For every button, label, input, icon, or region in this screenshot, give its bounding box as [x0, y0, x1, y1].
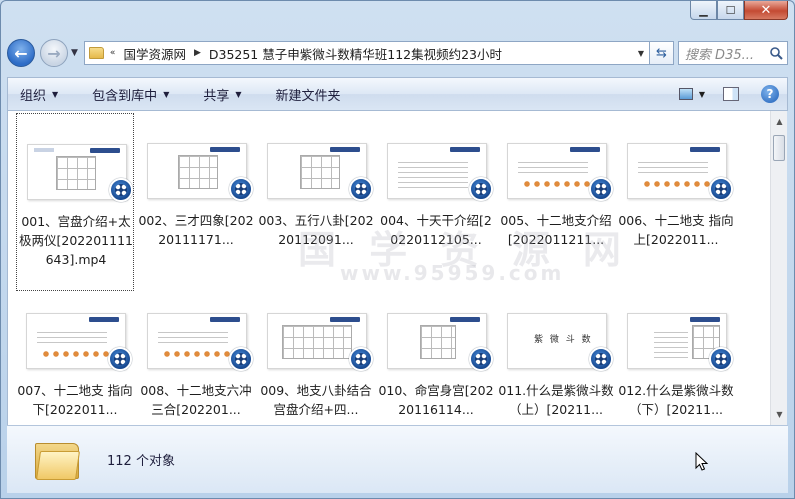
new-folder-button[interactable]: 新建文件夹: [276, 85, 341, 104]
video-file-icon: [349, 177, 373, 201]
command-bar-right: ▼ ?: [678, 85, 787, 103]
chevron-down-icon: ▼: [163, 89, 170, 99]
file-name: 002、三才四象[20220111171...: [138, 213, 254, 247]
file-item[interactable]: 紫 微 斗 数 011.什么是紫微斗数（上）[20211...: [497, 283, 615, 423]
file-item[interactable]: 001、宫盘介绍+太极两仪[202201111643].mp4: [16, 113, 134, 291]
video-file-icon: [109, 178, 133, 202]
file-name: 004、十天干介绍[20220112105...: [380, 213, 492, 247]
video-file-icon: [589, 177, 613, 201]
video-file-icon: [709, 347, 733, 371]
thumbnail-title: 紫 微 斗 数: [534, 335, 593, 345]
search-icon[interactable]: [765, 46, 787, 60]
mouse-cursor-icon: [695, 452, 709, 471]
caption-buttons: ▁ ☐ ✕: [690, 1, 788, 20]
breadcrumb-root[interactable]: 国学资源网: [123, 44, 186, 63]
file-item[interactable]: 006、十二地支 指向 上[2022011...: [617, 113, 735, 253]
change-view-icon[interactable]: [678, 88, 693, 100]
file-item[interactable]: 012.什么是紫微斗数（下）[20211...: [617, 283, 735, 423]
folder-icon: [35, 441, 81, 480]
file-item[interactable]: 003、五行八卦[20220112091...: [257, 113, 375, 253]
file-item[interactable]: 005、十二地支介绍[2022011211...: [497, 113, 615, 253]
file-item[interactable]: 008、十二地支六冲三合[202201...: [137, 283, 255, 423]
file-item[interactable]: 009、地支八卦结合宫盘介绍+四...: [257, 283, 375, 423]
forward-button[interactable]: →: [40, 39, 68, 67]
video-file-icon: [108, 347, 132, 371]
back-button[interactable]: ←: [7, 39, 35, 67]
explorer-window: ▁ ☐ ✕ ← → ▼ « 国学资源网 ▶ D35251 慧子申紫微斗数精华班1…: [0, 0, 795, 499]
share-menu[interactable]: 共享 ▼: [203, 85, 241, 104]
file-item[interactable]: 010、命宫身宫[20220116114...: [377, 283, 495, 423]
item-count: 112 个对象: [107, 454, 175, 469]
file-name: 007、十二地支 指向 下[2022011...: [17, 383, 133, 417]
folder-icon: [88, 47, 104, 59]
video-file-icon: [589, 347, 613, 371]
view-options-chevron-icon[interactable]: ▼: [699, 90, 705, 99]
include-in-library-label: 包含到库中: [92, 88, 158, 104]
organize-label: 组织: [20, 88, 47, 104]
file-name: 012.什么是紫微斗数（下）[20211...: [618, 383, 734, 417]
file-name: 001、宫盘介绍+太极两仪[202201111643].mp4: [19, 214, 133, 267]
minimize-button[interactable]: ▁: [690, 1, 717, 20]
file-item[interactable]: 007、十二地支 指向 下[2022011...: [16, 283, 134, 423]
file-name: 008、十二地支六冲三合[202201...: [140, 383, 252, 417]
breadcrumb-current[interactable]: D35251 慧子申紫微斗数精华班112集视频约23小时: [209, 44, 502, 63]
file-name: 003、五行八卦[20220112091...: [258, 213, 374, 247]
overflow-chevron-icon[interactable]: «: [110, 48, 116, 58]
organize-menu[interactable]: 组织 ▼: [20, 85, 58, 104]
navigation-bar: ← → ▼ « 国学资源网 ▶ D35251 慧子申紫微斗数精华班112集视频约…: [7, 37, 788, 69]
video-file-icon: [229, 347, 253, 371]
recent-pages-chevron-icon[interactable]: ▼: [71, 48, 78, 58]
details-pane: 112 个对象: [7, 425, 788, 493]
file-item[interactable]: 002、三才四象[20220111171...: [137, 113, 255, 253]
chevron-down-icon: ▼: [52, 89, 59, 99]
include-in-library-menu[interactable]: 包含到库中 ▼: [92, 85, 169, 104]
video-file-icon: [469, 177, 493, 201]
file-item[interactable]: 004、十天干介绍[20220112105...: [377, 113, 495, 253]
address-bar[interactable]: « 国学资源网 ▶ D35251 慧子申紫微斗数精华班112集视频约23小时 ▼: [83, 41, 650, 65]
search-placeholder: 搜索 D35...: [684, 47, 755, 63]
watermark-url: www.95959.com: [340, 261, 565, 285]
file-name: 005、十二地支介绍[2022011211...: [500, 213, 612, 247]
preview-pane-icon[interactable]: [723, 87, 739, 101]
refresh-icon: ⇆: [655, 45, 667, 61]
help-icon[interactable]: ?: [761, 85, 779, 103]
file-name: 011.什么是紫微斗数（上）[20211...: [498, 383, 614, 417]
breadcrumb-separator-icon[interactable]: ▶: [194, 48, 201, 58]
share-label: 共享: [203, 88, 230, 104]
video-file-icon: [709, 177, 733, 201]
search-input[interactable]: 搜索 D35...: [677, 41, 788, 65]
vertical-scrollbar[interactable]: ▲ ▼: [770, 111, 787, 425]
file-name: 006、十二地支 指向 上[2022011...: [618, 213, 734, 247]
scroll-down-icon[interactable]: ▼: [771, 406, 788, 423]
file-name: 009、地支八卦结合宫盘介绍+四...: [260, 383, 372, 417]
maximize-button[interactable]: ☐: [717, 1, 744, 20]
video-file-icon: [229, 177, 253, 201]
scroll-up-icon[interactable]: ▲: [771, 113, 788, 130]
address-dropdown-icon[interactable]: ▼: [633, 49, 649, 58]
scroll-thumb[interactable]: [773, 135, 785, 161]
new-folder-label: 新建文件夹: [275, 88, 341, 104]
file-view: 001、宫盘介绍+太极两仪[202201111643].mp4 002、三才四象…: [7, 111, 770, 425]
file-name: 010、命宫身宫[20220116114...: [378, 383, 494, 417]
video-file-icon: [469, 347, 493, 371]
close-button[interactable]: ✕: [744, 1, 788, 20]
video-file-icon: [349, 347, 373, 371]
chevron-down-icon: ▼: [235, 89, 242, 99]
command-bar: 组织 ▼ 包含到库中 ▼ 共享 ▼ 新建文件夹 ▼ ?: [7, 77, 788, 111]
refresh-button[interactable]: ⇆: [649, 41, 674, 65]
